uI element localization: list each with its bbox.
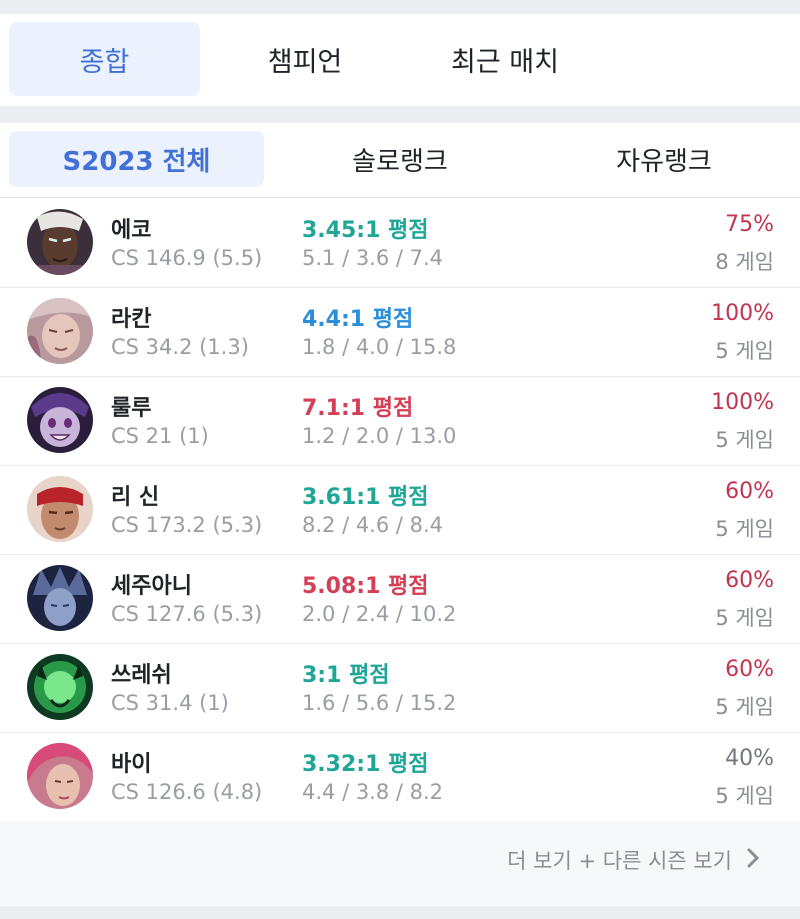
champion-row[interactable]: 룰루 CS 21 (1) 7.1:1 평점 1.2 / 2.0 / 13.0 1… [0, 376, 800, 466]
tab-champions[interactable]: 챔피언 [210, 22, 400, 96]
queue-tab-flex-rank[interactable]: 자유랭크 [536, 131, 792, 187]
champion-name: 리 신 [111, 485, 160, 510]
more-seasons-link[interactable]: 더 보기 + 다른 시즌 보기 [507, 845, 760, 875]
top-tab-bar: 종합 챔피언 최근 매치 [0, 14, 800, 106]
win-rate: 75% [725, 212, 774, 237]
kda-ratio: 5.08:1 평점 [302, 574, 429, 599]
champion-cs: CS 21 (1) [111, 424, 209, 448]
champion-name: 라칸 [111, 307, 152, 332]
ekko-portrait [27, 209, 93, 275]
queue-tab-season-all[interactable]: S2023 전체 [9, 131, 264, 187]
kda-ratio: 7.1:1 평점 [302, 396, 414, 421]
kda-detail: 2.0 / 2.4 / 10.2 [302, 602, 457, 626]
champion-cs: CS 31.4 (1) [111, 691, 229, 715]
kda-detail: 1.2 / 2.0 / 13.0 [302, 424, 457, 448]
queue-tab-solo-rank[interactable]: 솔로랭크 [272, 131, 528, 187]
champion-row[interactable]: 세주아니 CS 127.6 (5.3) 5.08:1 평점 2.0 / 2.4 … [0, 554, 800, 644]
vi-portrait [27, 743, 93, 809]
games-played: 5 게임 [715, 339, 774, 363]
champion-cs: CS 34.2 (1.3) [111, 335, 249, 359]
chevron-right-icon [746, 847, 760, 874]
champion-cs: CS 146.9 (5.5) [111, 246, 263, 270]
tab-recent-matches[interactable]: 최근 매치 [410, 22, 600, 96]
kda-ratio: 3.32:1 평점 [302, 752, 429, 777]
more-link-label: 더 보기 + 다른 시즌 보기 [507, 849, 732, 873]
champion-row[interactable]: 쓰레쉬 CS 31.4 (1) 3:1 평점 1.6 / 5.6 / 15.2 … [0, 643, 800, 733]
champion-row[interactable]: 바이 CS 126.6 (4.8) 3.32:1 평점 4.4 / 3.8 / … [0, 732, 800, 822]
games-played: 8 게임 [715, 250, 774, 274]
games-played: 5 게임 [715, 517, 774, 541]
games-played: 5 게임 [715, 784, 774, 808]
champion-name: 세주아니 [111, 574, 192, 599]
rakan-portrait [27, 298, 93, 364]
champion-name: 룰루 [111, 396, 152, 421]
win-rate: 60% [725, 657, 774, 682]
champion-cs: CS 127.6 (5.3) [111, 602, 263, 626]
more-bar: 더 보기 + 다른 시즌 보기 [0, 821, 800, 906]
kda-detail: 1.6 / 5.6 / 15.2 [302, 691, 457, 715]
games-played: 5 게임 [715, 695, 774, 719]
champion-row[interactable]: 라칸 CS 34.2 (1.3) 4.4:1 평점 1.8 / 4.0 / 15… [0, 287, 800, 377]
champion-cs: CS 126.6 (4.8) [111, 780, 263, 804]
kda-ratio: 3.45:1 평점 [302, 218, 429, 243]
champion-row[interactable]: 리 신 CS 173.2 (5.3) 3.61:1 평점 8.2 / 4.6 /… [0, 465, 800, 555]
win-rate: 40% [725, 746, 774, 771]
champion-name: 에코 [111, 218, 152, 243]
sejuani-portrait [27, 565, 93, 631]
tab-summary[interactable]: 종합 [9, 22, 200, 96]
champion-cs: CS 173.2 (5.3) [111, 513, 263, 537]
kda-ratio: 3.61:1 평점 [302, 485, 429, 510]
win-rate: 60% [725, 479, 774, 504]
kda-ratio: 4.4:1 평점 [302, 307, 414, 332]
games-played: 5 게임 [715, 428, 774, 452]
lee-sin-portrait [27, 476, 93, 542]
kda-detail: 4.4 / 3.8 / 8.2 [302, 780, 444, 804]
kda-detail: 1.8 / 4.0 / 15.8 [302, 335, 457, 359]
win-rate: 60% [725, 568, 774, 593]
champion-name: 쓰레쉬 [111, 663, 172, 688]
win-rate: 100% [711, 301, 774, 326]
kda-ratio: 3:1 평점 [302, 663, 390, 688]
kda-detail: 8.2 / 4.6 / 8.4 [302, 513, 444, 537]
games-played: 5 게임 [715, 606, 774, 630]
lulu-portrait [27, 387, 93, 453]
kda-detail: 5.1 / 3.6 / 7.4 [302, 246, 444, 270]
champion-row[interactable]: 에코 CS 146.9 (5.5) 3.45:1 평점 5.1 / 3.6 / … [0, 198, 800, 288]
thresh-portrait [27, 654, 93, 720]
champion-stats-panel: S2023 전체 솔로랭크 자유랭크 에코 CS 146.9 (5.5) 3.4… [0, 123, 800, 906]
win-rate: 100% [711, 390, 774, 415]
champion-name: 바이 [111, 752, 152, 777]
